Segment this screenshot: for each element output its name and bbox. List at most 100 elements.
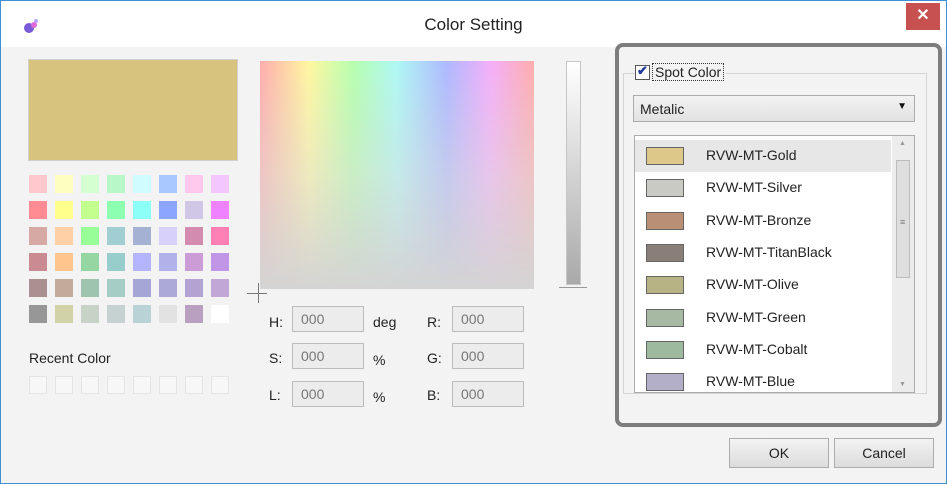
palette-swatch[interactable] bbox=[55, 253, 73, 271]
spot-color-list-item[interactable]: RVW-MT-Gold bbox=[635, 140, 891, 172]
spot-color-list-item[interactable]: RVW-MT-Blue bbox=[635, 366, 891, 392]
palette-swatch[interactable] bbox=[211, 201, 229, 219]
palette-swatch[interactable] bbox=[159, 227, 177, 245]
palette-swatch[interactable] bbox=[81, 227, 99, 245]
dialog-title: Color Setting bbox=[424, 15, 523, 34]
h-input[interactable] bbox=[292, 306, 364, 332]
scroll-up-icon[interactable]: ▲ bbox=[899, 140, 906, 147]
palette-swatch[interactable] bbox=[107, 279, 125, 297]
recent-color-slot[interactable] bbox=[107, 376, 125, 394]
b-input[interactable] bbox=[452, 381, 524, 407]
palette-swatch[interactable] bbox=[55, 175, 73, 193]
palette-swatch[interactable] bbox=[29, 279, 47, 297]
palette-swatch[interactable] bbox=[107, 175, 125, 193]
palette-swatch[interactable] bbox=[211, 253, 229, 271]
cancel-button[interactable]: Cancel bbox=[834, 438, 934, 468]
palette-swatch[interactable] bbox=[81, 201, 99, 219]
palette-swatch[interactable] bbox=[29, 175, 47, 193]
palette-swatch[interactable] bbox=[185, 201, 203, 219]
spot-color-swatch bbox=[646, 179, 684, 198]
palette-swatch[interactable] bbox=[107, 305, 125, 323]
luminance-slider-handle[interactable] bbox=[559, 287, 587, 288]
palette-swatch[interactable] bbox=[107, 201, 125, 219]
palette-swatch[interactable] bbox=[29, 227, 47, 245]
recent-color-slot[interactable] bbox=[29, 376, 47, 394]
palette-swatch[interactable] bbox=[133, 279, 151, 297]
palette-swatch[interactable] bbox=[185, 253, 203, 271]
palette-swatch[interactable] bbox=[185, 305, 203, 323]
luminance-slider[interactable] bbox=[566, 61, 581, 285]
palette-swatch[interactable] bbox=[185, 279, 203, 297]
palette-swatch[interactable] bbox=[133, 175, 151, 193]
palette-swatch[interactable] bbox=[211, 175, 229, 193]
close-button[interactable]: ✕ bbox=[906, 3, 940, 30]
palette-swatch[interactable] bbox=[55, 227, 73, 245]
palette-swatch[interactable] bbox=[185, 175, 203, 193]
recent-color-slot[interactable] bbox=[185, 376, 203, 394]
palette-swatch[interactable] bbox=[55, 279, 73, 297]
spot-color-name: RVW-MT-Green bbox=[706, 308, 806, 325]
spot-color-list-item[interactable]: RVW-MT-Olive bbox=[635, 269, 891, 301]
spot-color-list-item[interactable]: RVW-MT-TitanBlack bbox=[635, 237, 891, 269]
palette-swatch[interactable] bbox=[211, 279, 229, 297]
spot-color-swatch bbox=[646, 340, 684, 359]
spot-color-list-item[interactable]: RVW-MT-Green bbox=[635, 302, 891, 334]
spot-color-name: RVW-MT-Blue bbox=[706, 373, 795, 390]
scroll-down-icon[interactable]: ▼ bbox=[899, 381, 906, 388]
palette-swatch[interactable] bbox=[81, 175, 99, 193]
palette-swatch[interactable] bbox=[55, 305, 73, 323]
recent-color-slot[interactable] bbox=[81, 376, 99, 394]
recent-color-slot[interactable] bbox=[55, 376, 73, 394]
palette-swatch[interactable] bbox=[107, 253, 125, 271]
spectrum-crosshair-v[interactable] bbox=[258, 283, 259, 303]
palette-swatch[interactable] bbox=[159, 201, 177, 219]
palette-swatch[interactable] bbox=[81, 305, 99, 323]
palette-swatch[interactable] bbox=[133, 253, 151, 271]
g-input[interactable] bbox=[452, 343, 524, 369]
palette-swatch[interactable] bbox=[81, 253, 99, 271]
palette-swatch[interactable] bbox=[159, 279, 177, 297]
palette-swatch[interactable] bbox=[81, 279, 99, 297]
spot-color-list-item[interactable]: RVW-MT-Silver bbox=[635, 172, 891, 204]
s-label: S: bbox=[269, 350, 283, 366]
scroll-thumb[interactable]: ≡ bbox=[896, 160, 910, 278]
h-unit: deg bbox=[373, 314, 397, 330]
r-input[interactable] bbox=[452, 306, 524, 332]
palette-swatch[interactable] bbox=[107, 227, 125, 245]
palette-swatch[interactable] bbox=[159, 305, 177, 323]
spectrum-crosshair-h[interactable] bbox=[247, 293, 267, 294]
dialog-body: Recent Color H: deg S: % L: % R: G: B: ✔… bbox=[1, 43, 946, 483]
list-scrollbar[interactable]: ▲ ≡ ▼ bbox=[892, 136, 914, 392]
spot-color-list-item[interactable]: RVW-MT-Cobalt bbox=[635, 334, 891, 366]
spot-color-checkbox[interactable]: ✔ bbox=[635, 63, 650, 80]
palette-swatch[interactable] bbox=[133, 227, 151, 245]
recent-color-slot[interactable] bbox=[133, 376, 151, 394]
spot-color-label[interactable]: Spot Color bbox=[652, 63, 725, 82]
s-unit: % bbox=[373, 352, 386, 368]
palette-swatch[interactable] bbox=[29, 253, 47, 271]
spot-color-list[interactable]: RVW-MT-Gold RVW-MT-Silver RVW-MT-Bronze RVW… bbox=[634, 135, 915, 393]
palette-swatch[interactable] bbox=[211, 227, 229, 245]
palette-swatch[interactable] bbox=[29, 305, 47, 323]
recent-color-slot[interactable] bbox=[159, 376, 177, 394]
palette-swatch[interactable] bbox=[55, 201, 73, 219]
spot-color-toggle[interactable]: ✔ Spot Color bbox=[635, 63, 727, 82]
recent-color-slot[interactable] bbox=[211, 376, 229, 394]
palette-swatch[interactable] bbox=[29, 201, 47, 219]
s-input[interactable] bbox=[292, 343, 364, 369]
palette-swatch[interactable] bbox=[133, 201, 151, 219]
palette-swatch[interactable] bbox=[133, 305, 151, 323]
spot-color-list-item[interactable]: RVW-MT-Bronze bbox=[635, 205, 891, 237]
palette-swatch[interactable] bbox=[211, 305, 229, 323]
palette-swatch[interactable] bbox=[185, 227, 203, 245]
spot-color-name: RVW-MT-Olive bbox=[706, 276, 799, 293]
recent-color-label: Recent Color bbox=[29, 350, 111, 366]
color-spectrum-picker[interactable] bbox=[260, 61, 534, 289]
l-input[interactable] bbox=[292, 381, 364, 407]
ok-button[interactable]: OK bbox=[729, 438, 829, 468]
color-palette-grid bbox=[29, 175, 229, 323]
spot-category-dropdown[interactable]: Metalic ▼ bbox=[633, 95, 915, 122]
palette-swatch[interactable] bbox=[159, 253, 177, 271]
palette-swatch[interactable] bbox=[159, 175, 177, 193]
spot-color-name: RVW-MT-Cobalt bbox=[706, 340, 808, 357]
